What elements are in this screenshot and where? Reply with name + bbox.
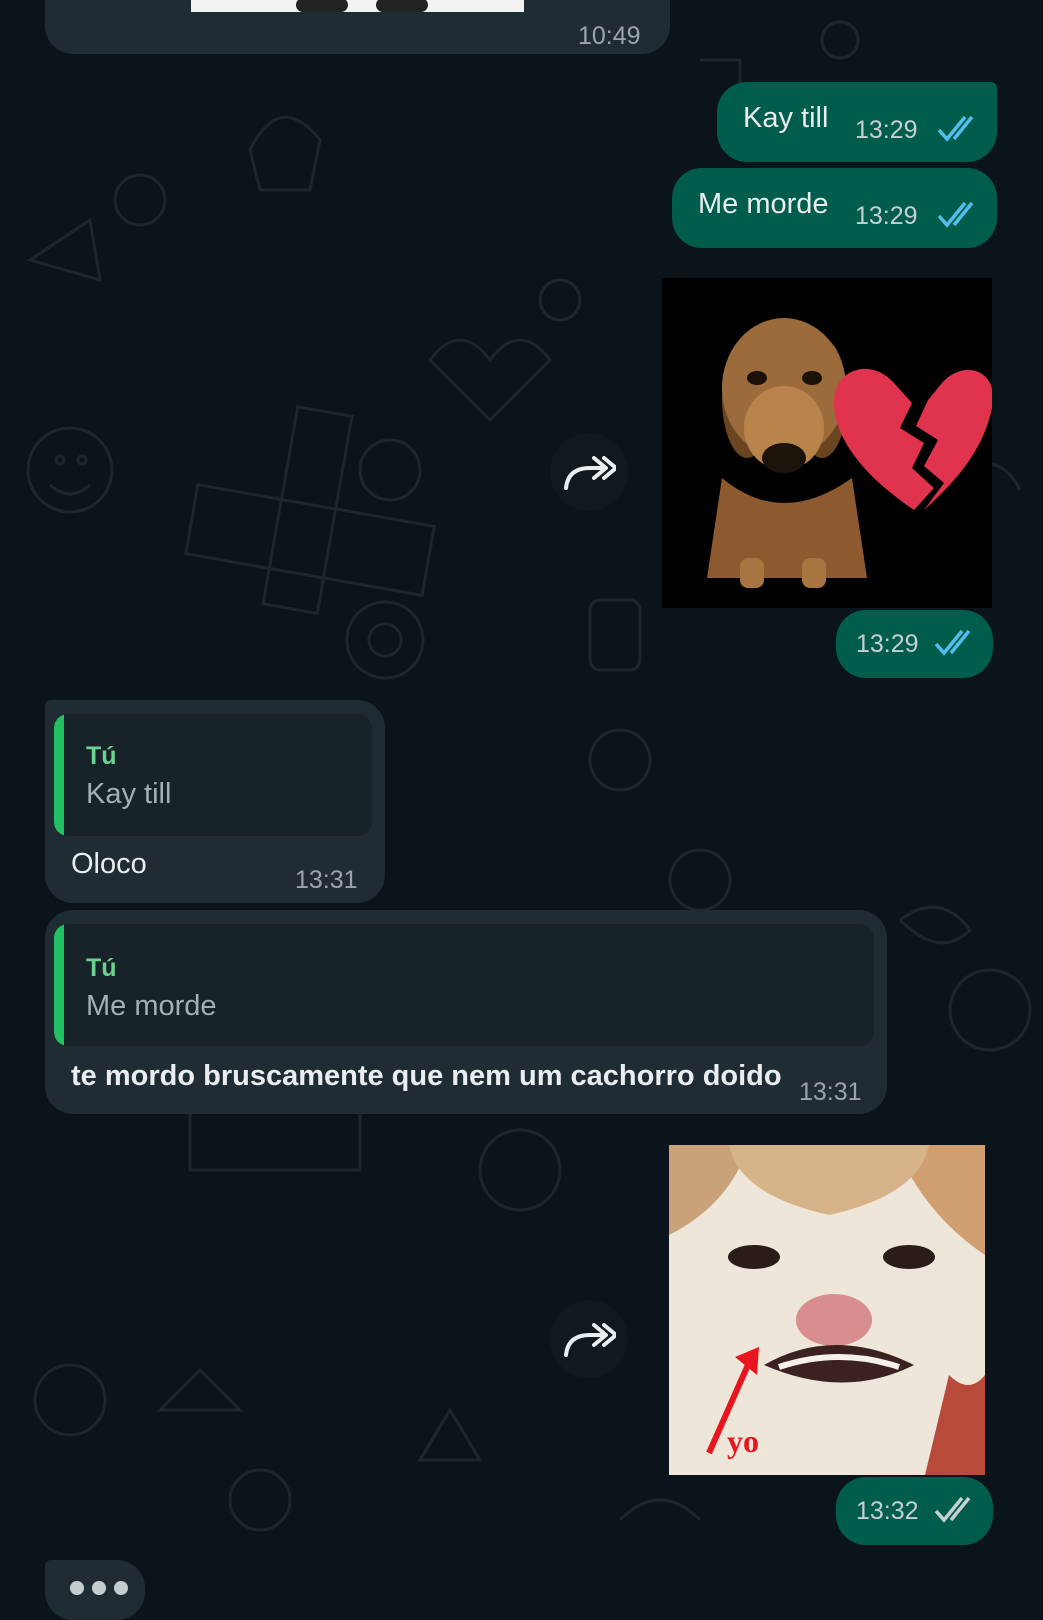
message-text: Kay till	[743, 102, 829, 134]
message-time: 13:29	[855, 202, 918, 230]
quote-author: Tú	[86, 742, 117, 770]
message-time: 13:29	[856, 630, 919, 658]
forward-button[interactable]	[550, 433, 628, 511]
message-time: 13:29	[855, 116, 918, 144]
sticker-message[interactable]	[662, 278, 992, 608]
read-double-check-icon	[937, 201, 974, 228]
quote-author: Tú	[86, 954, 117, 982]
quote-text: Kay till	[86, 778, 172, 810]
delivered-double-check-icon	[934, 1496, 971, 1523]
message-time: 10:49	[578, 22, 641, 50]
quote-bar	[54, 924, 64, 1046]
quoted-message[interactable]: Tú Me morde	[54, 924, 874, 1046]
message-text: Me morde	[698, 188, 829, 220]
sticker-caption: yo	[727, 1423, 759, 1459]
incoming-reply-message[interactable]: Tú Me morde te mordo bruscamente que nem…	[45, 910, 887, 1114]
typing-dots-icon	[70, 1581, 128, 1595]
message-time: 13:32	[856, 1497, 919, 1525]
forward-icon	[564, 1323, 616, 1357]
message-text: te mordo bruscamente que nem um cachorro…	[71, 1060, 782, 1092]
quote-bar	[54, 714, 64, 836]
sticker-message[interactable]: yo	[669, 1145, 985, 1475]
partial-image	[191, 0, 524, 12]
read-double-check-icon	[934, 629, 971, 656]
forward-icon	[564, 456, 616, 490]
quoted-message[interactable]: Tú Kay till	[54, 714, 372, 836]
sticker-time-badge: 13:29	[836, 610, 993, 678]
incoming-reply-message[interactable]: Tú Kay till Oloco 13:31	[45, 700, 385, 903]
crying-cat-sticker	[669, 1145, 985, 1475]
outgoing-message[interactable]: Kay till 13:29	[717, 82, 997, 162]
read-double-check-icon	[937, 115, 974, 142]
outgoing-message[interactable]: Me morde 13:29	[672, 168, 997, 248]
message-time: 13:31	[799, 1078, 862, 1106]
message-time: 13:31	[295, 866, 358, 894]
forward-button[interactable]	[550, 1300, 628, 1378]
partial-image-message[interactable]: 10:49	[45, 0, 670, 54]
message-text: Oloco	[71, 848, 147, 880]
dachshund-broken-heart-sticker	[707, 318, 992, 588]
sticker-time-badge: 13:32	[836, 1477, 993, 1545]
typing-indicator	[45, 1560, 145, 1620]
quote-text: Me morde	[86, 990, 217, 1022]
